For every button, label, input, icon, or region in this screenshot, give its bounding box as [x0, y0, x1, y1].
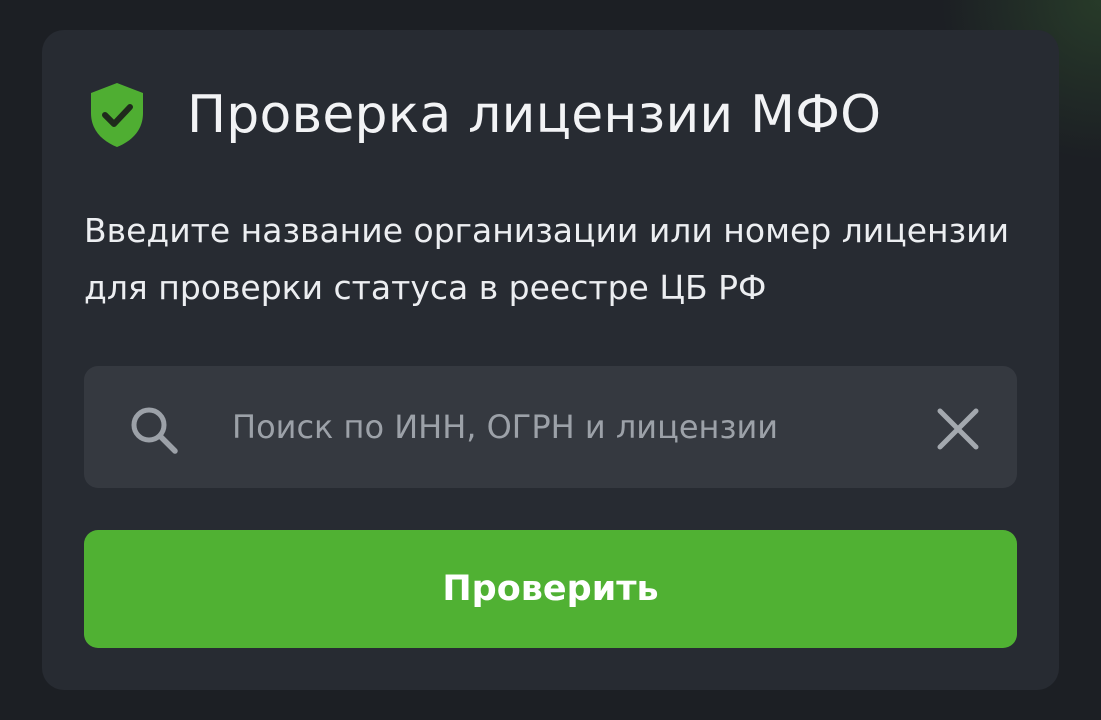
card-description: Введите название организации или номер л…	[84, 211, 1010, 307]
close-icon[interactable]	[936, 407, 980, 451]
shield-check-icon	[91, 83, 143, 147]
check-button[interactable]: Проверить	[84, 530, 1017, 648]
card-header: Проверка лицензии МФО	[88, 78, 881, 152]
search-box	[84, 366, 1017, 488]
search-input[interactable]	[232, 396, 912, 458]
page-title: Проверка лицензии МФО	[187, 85, 882, 145]
search-icon	[131, 407, 178, 454]
license-check-card: Проверка лицензии МФО Введите название о…	[42, 30, 1059, 690]
